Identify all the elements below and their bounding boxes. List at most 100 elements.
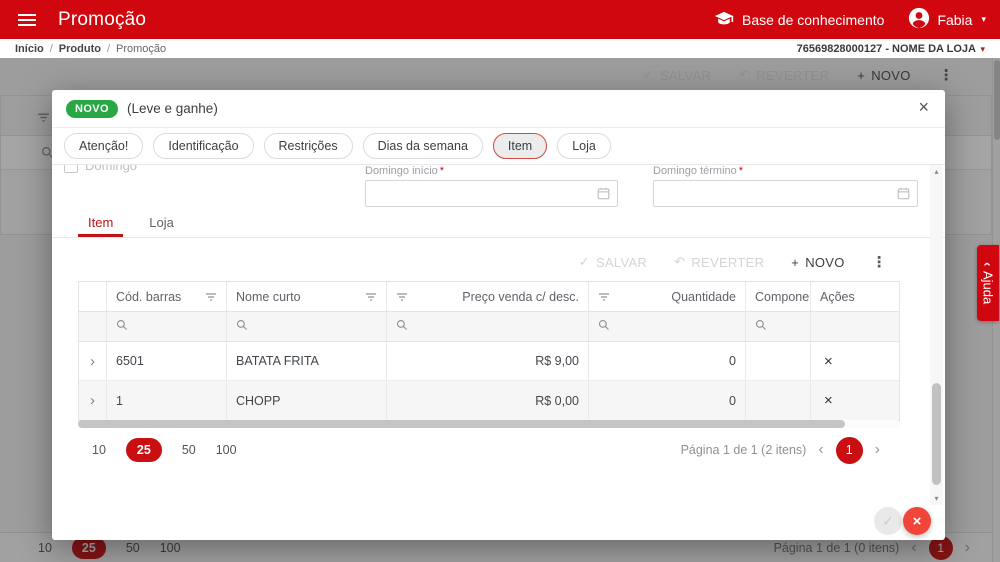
subtabs: Item Loja	[52, 215, 945, 238]
scroll-up-icon[interactable]: ▴	[934, 165, 938, 178]
knowledge-base-link[interactable]: Base de conhecimento	[714, 10, 884, 30]
pill-item[interactable]: Item	[493, 133, 547, 159]
modal-title: (Leve e ganhe)	[127, 101, 218, 116]
search-preco-venda[interactable]	[387, 312, 589, 341]
modal-vertical-scrollbar[interactable]: ▴ ▾	[930, 165, 943, 505]
calendar-icon[interactable]	[897, 187, 910, 205]
page-title: Promoção	[58, 9, 146, 31]
breadcrumb-produto[interactable]: Produto	[59, 43, 101, 55]
chevron-left-icon: ‹	[981, 262, 996, 266]
header-cod-barras[interactable]: Cód. barras	[107, 282, 227, 311]
next-page-icon[interactable]: ›	[875, 441, 880, 459]
save-button[interactable]: ✓SALVAR	[579, 254, 647, 270]
search-icon	[598, 319, 610, 334]
vscrollbar-thumb[interactable]	[932, 383, 941, 485]
delete-row-icon[interactable]: ×	[820, 353, 837, 370]
search-componente[interactable]	[746, 312, 811, 341]
cancel-fab-button[interactable]: ×	[903, 507, 931, 535]
search-nome-curto[interactable]	[227, 312, 387, 341]
filter-icon[interactable]	[365, 292, 377, 302]
new-button[interactable]: +NOVO	[791, 255, 844, 270]
cell-cod-barras: 1	[107, 381, 227, 420]
cell-cod-barras: 6501	[107, 342, 227, 380]
page-size-10[interactable]: 10	[92, 443, 106, 457]
search-icon	[236, 319, 248, 334]
expand-row-icon[interactable]: ›	[90, 392, 95, 409]
cell-componente	[746, 381, 811, 420]
cell-nome-curto: BATATA FRITA	[227, 342, 387, 380]
table-row[interactable]: › 1 CHOPP R$ 0,00 0 ×	[79, 381, 899, 420]
required-mark: *	[739, 165, 743, 177]
search-quantidade[interactable]	[589, 312, 746, 341]
cell-preco-venda: R$ 9,00	[387, 342, 589, 380]
confirm-fab-button[interactable]: ✓	[874, 507, 902, 535]
cell-preco-venda: R$ 0,00	[387, 381, 589, 420]
revert-button[interactable]: ↶REVERTER	[674, 254, 764, 270]
search-cod-barras[interactable]	[107, 312, 227, 341]
table-row[interactable]: › 6501 BATATA FRITA R$ 9,00 0 ×	[79, 342, 899, 381]
kebab-menu-icon[interactable]: ⋮	[872, 253, 887, 271]
domingo-inicio-input[interactable]	[365, 180, 618, 207]
filter-icon[interactable]	[598, 292, 610, 302]
close-icon[interactable]: ×	[918, 98, 929, 116]
domingo-inicio-field: Domingo início*	[365, 165, 618, 207]
graduation-cap-icon	[714, 10, 734, 30]
checkbox-icon	[64, 165, 78, 173]
pill-identificacao[interactable]: Identificação	[153, 133, 253, 159]
scroll-down-icon[interactable]: ▾	[934, 492, 938, 505]
filter-icon[interactable]	[205, 292, 217, 302]
status-badge-novo: NOVO	[66, 100, 118, 118]
page-size-50[interactable]: 50	[182, 443, 196, 457]
page-size-25-active[interactable]: 25	[126, 438, 162, 462]
breadcrumb-inicio[interactable]: Início	[15, 43, 44, 55]
modal-header: NOVO (Leve e ganhe) ×	[52, 90, 945, 128]
subtab-loja[interactable]: Loja	[139, 215, 184, 237]
breadcrumb: Início / Produto / Promoção 765698280001…	[0, 39, 1000, 58]
table-header-row: Cód. barras Nome curto Preço venda c/ de…	[79, 282, 899, 312]
app-header: Promoção Base de conhecimento Fabia ▾	[0, 0, 1000, 39]
store-caret-icon: ▾	[978, 44, 985, 54]
search-icon	[755, 319, 767, 334]
user-name: Fabia	[937, 12, 972, 28]
cell-nome-curto: CHOPP	[227, 381, 387, 420]
screen: Promoção Base de conhecimento Fabia ▾ In…	[0, 0, 1000, 562]
current-page[interactable]: 1	[836, 437, 863, 464]
pill-atencao[interactable]: Atenção!	[64, 133, 143, 159]
user-avatar-icon	[908, 7, 930, 32]
user-menu[interactable]: Fabia ▾	[908, 7, 986, 32]
delete-row-icon[interactable]: ×	[820, 392, 837, 409]
help-tab[interactable]: ‹ Ajuda	[977, 245, 999, 321]
header-componente[interactable]: Componente	[746, 282, 811, 311]
domingo-inicio-label: Domingo início*	[365, 165, 618, 177]
header-quantidade[interactable]: Quantidade	[589, 282, 746, 311]
header-acoes: Ações	[811, 282, 899, 311]
hscrollbar-thumb[interactable]	[78, 420, 845, 428]
pill-restricoes[interactable]: Restrições	[264, 133, 353, 159]
expand-row-icon[interactable]: ›	[90, 353, 95, 370]
hamburger-menu-icon[interactable]	[18, 13, 36, 27]
prev-page-icon[interactable]: ‹	[818, 441, 823, 459]
header-right: Base de conhecimento Fabia ▾	[714, 7, 986, 32]
calendar-icon[interactable]	[597, 187, 610, 205]
items-table: Cód. barras Nome curto Preço venda c/ de…	[78, 281, 900, 421]
cell-quantidade: 0	[589, 342, 746, 380]
pill-dias-da-semana[interactable]: Dias da semana	[363, 133, 483, 159]
store-selector[interactable]: 76569828000127 - NOME DA LOJA ▾	[797, 43, 985, 55]
user-caret-icon: ▾	[981, 14, 986, 25]
modal-pagination: 10 25 50 100 Página 1 de 1 (2 itens) ‹ 1…	[78, 433, 880, 467]
header-preco-venda[interactable]: Preço venda c/ desc.	[387, 282, 589, 311]
subtab-item[interactable]: Item	[78, 215, 123, 237]
header-nome-curto[interactable]: Nome curto	[227, 282, 387, 311]
domingo-termino-field: Domingo término*	[653, 165, 918, 207]
page-size-100[interactable]: 100	[216, 443, 237, 457]
modal-nav-pills: Atenção! Identificação Restrições Dias d…	[52, 128, 945, 165]
table-horizontal-scrollbar[interactable]	[78, 420, 900, 428]
knowledge-base-label: Base de conhecimento	[742, 12, 884, 28]
pill-loja[interactable]: Loja	[557, 133, 611, 159]
filter-icon[interactable]	[396, 292, 408, 302]
search-icon	[396, 319, 408, 334]
cell-quantidade: 0	[589, 381, 746, 420]
required-mark: *	[440, 165, 444, 177]
domingo-termino-input[interactable]	[653, 180, 918, 207]
domingo-checkbox[interactable]: Domingo	[64, 165, 137, 173]
